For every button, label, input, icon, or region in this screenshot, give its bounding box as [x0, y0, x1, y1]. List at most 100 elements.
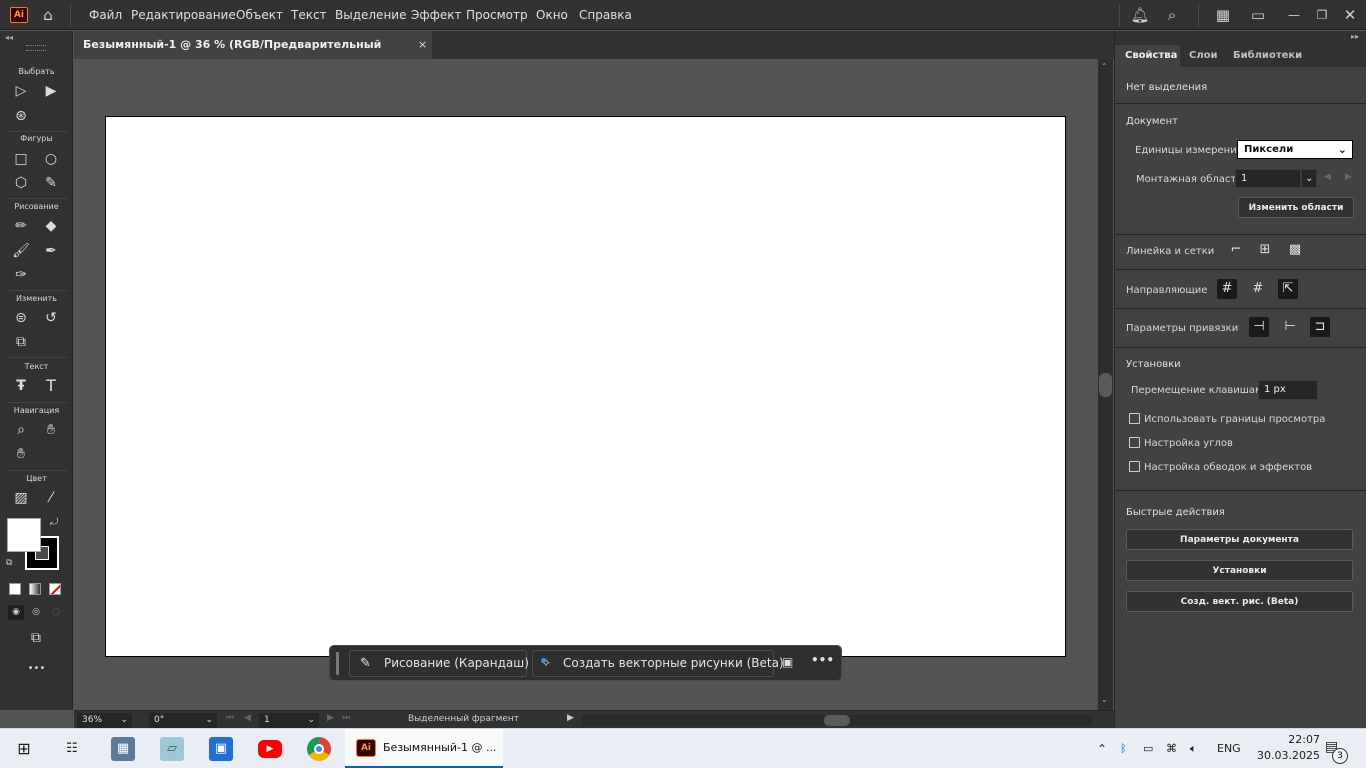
- h-scroll-thumb[interactable]: [824, 715, 850, 726]
- pen-tool-icon[interactable]: ✑: [9, 264, 33, 286]
- previous-artboard-icon[interactable]: ◀: [244, 713, 251, 723]
- search-icon[interactable]: ⌕: [1162, 5, 1182, 25]
- workspace-icon[interactable]: ▦: [1213, 5, 1233, 25]
- rotation-select[interactable]: 0° ⌄: [149, 713, 217, 728]
- smart-guides-icon[interactable]: ⇱: [1278, 279, 1298, 299]
- ellipse-tool-icon[interactable]: ○: [39, 148, 63, 170]
- rectangle-tool-icon[interactable]: □: [9, 148, 33, 170]
- shaper-tool-icon[interactable]: ✎: [39, 172, 63, 194]
- store-icon[interactable]: ▣: [209, 737, 233, 761]
- first-artboard-icon[interactable]: ⏮: [226, 713, 234, 723]
- task-view-icon[interactable]: ☷: [60, 737, 84, 761]
- scroll-down-icon[interactable]: ⌄: [1101, 695, 1108, 704]
- gradient-tool-icon[interactable]: ▨: [9, 487, 33, 509]
- camera-icon[interactable]: ▭: [1143, 742, 1153, 755]
- menu-view[interactable]: Просмотр: [466, 6, 528, 24]
- volume-icon[interactable]: 🔈︎: [1190, 742, 1197, 756]
- more-options-button[interactable]: •••: [811, 653, 834, 667]
- edit-toolbar-button[interactable]: •••: [0, 663, 73, 674]
- scale-strokes-checkbox[interactable]: [1129, 461, 1140, 472]
- document-tab[interactable]: Безымянный-1 @ 36 % (RGB/Предварительный…: [74, 31, 432, 79]
- gradient-mode-icon[interactable]: [29, 583, 41, 595]
- drag-handle[interactable]: [26, 45, 46, 51]
- draw-behind-icon[interactable]: ◎: [28, 605, 44, 620]
- type-tool-icon[interactable]: T: [39, 375, 63, 397]
- bell-icon[interactable]: 🔔︎: [1130, 5, 1150, 25]
- swap-fill-stroke-icon[interactable]: ⤾: [50, 517, 58, 528]
- home-icon[interactable]: ⌂: [38, 5, 58, 25]
- collapse-panel-icon[interactable]: ◂◂: [5, 33, 13, 42]
- draw-inside-icon[interactable]: ◌: [48, 605, 64, 620]
- width-tool-icon[interactable]: ⊜: [9, 307, 33, 329]
- preferences-button[interactable]: Установки: [1126, 560, 1353, 581]
- horizontal-scrollbar[interactable]: [582, 715, 1092, 726]
- snap-to-glyph-icon[interactable]: ⊐: [1310, 317, 1330, 337]
- last-artboard-icon[interactable]: ⏭: [342, 713, 350, 723]
- start-windows-icon[interactable]: ⊞: [12, 737, 36, 761]
- ruler-icon[interactable]: ⌐: [1226, 240, 1246, 260]
- polygon-tool-icon[interactable]: ⬡: [9, 172, 33, 194]
- tab-properties[interactable]: Свойства: [1125, 45, 1177, 67]
- menu-type[interactable]: Текст: [291, 6, 327, 24]
- document-setup-button[interactable]: Параметры документа: [1126, 529, 1353, 550]
- next-artboard-icon[interactable]: ▶: [327, 713, 334, 723]
- draw-pencil-button[interactable]: ✎ Рисование (Карандаш): [349, 650, 529, 677]
- notepad-icon[interactable]: ▱: [160, 737, 184, 761]
- menu-edit[interactable]: Редактирование: [131, 6, 236, 24]
- blob-brush-tool-icon[interactable]: ✒: [39, 240, 63, 262]
- scroll-thumb[interactable]: [1099, 373, 1112, 397]
- close-icon[interactable]: ✕: [1340, 5, 1360, 25]
- artboard[interactable]: [105, 116, 1066, 657]
- artboard-field[interactable]: 1: [1235, 169, 1301, 188]
- generate-vector-button[interactable]: ✧ Создать векторные рисунки (Beta): [532, 650, 784, 677]
- status-menu-icon[interactable]: ▶: [567, 713, 574, 723]
- youtube-icon[interactable]: ▶: [258, 740, 282, 758]
- clock-time[interactable]: 22:07: [1266, 733, 1320, 746]
- collapse-panel-icon[interactable]: ▸▸: [1351, 32, 1359, 41]
- artboard-select[interactable]: 1 ⌄: [259, 713, 319, 728]
- show-hidden-icons[interactable]: ⌃: [1097, 742, 1107, 756]
- vertical-scrollbar[interactable]: ⌃ ⌄: [1098, 59, 1113, 710]
- restore-icon[interactable]: ❐: [1312, 5, 1332, 25]
- color-mode-icon[interactable]: [9, 583, 21, 595]
- minimize-icon[interactable]: —: [1284, 5, 1304, 25]
- default-fill-stroke-icon[interactable]: ⧉: [6, 558, 12, 568]
- menu-file[interactable]: Файл: [89, 6, 122, 24]
- calculator-icon[interactable]: ▦: [111, 737, 135, 761]
- chrome-icon[interactable]: [307, 737, 331, 761]
- menu-select[interactable]: Выделение: [335, 6, 406, 24]
- image-settings-icon[interactable]: ▣: [782, 655, 793, 669]
- generate-vector-quick-button[interactable]: Созд. вект. рис. (Beta): [1126, 591, 1353, 612]
- rotate-tool-icon[interactable]: ↺: [39, 307, 63, 329]
- none-mode-icon[interactable]: [49, 583, 61, 595]
- menu-help[interactable]: Справка: [579, 6, 632, 24]
- area-type-tool-icon[interactable]: Ŧ: [9, 375, 33, 397]
- edit-artboards-button[interactable]: Изменить области: [1238, 197, 1354, 218]
- tab-layers[interactable]: Слои: [1189, 45, 1218, 67]
- keyboard-increment-field[interactable]: 1 px: [1258, 380, 1318, 400]
- use-preview-bounds-checkbox[interactable]: [1129, 413, 1140, 424]
- snap-to-point-icon[interactable]: ⊣: [1249, 317, 1269, 337]
- units-select[interactable]: Пиксели ⌄: [1237, 140, 1353, 159]
- hand-tool-icon[interactable]: ✋︎: [39, 419, 63, 441]
- direct-selection-tool-icon[interactable]: ▶: [39, 80, 63, 102]
- bluetooth-icon[interactable]: ᛒ: [1120, 742, 1127, 755]
- zoom-select[interactable]: 36% ⌄: [77, 713, 132, 728]
- tab-close-icon[interactable]: ×: [418, 31, 427, 59]
- lock-guides-icon[interactable]: #: [1248, 279, 1268, 299]
- scale-corners-checkbox[interactable]: [1129, 437, 1140, 448]
- screen-mode-icon[interactable]: ⧉: [24, 627, 48, 649]
- rotate-view-tool-icon[interactable]: ✋︎: [9, 443, 33, 465]
- menu-object[interactable]: Объект: [236, 6, 283, 24]
- arrange-documents-icon[interactable]: ▭: [1248, 5, 1268, 25]
- pencil-tool-icon[interactable]: ✏: [9, 215, 33, 237]
- network-icon[interactable]: ⌘: [1166, 742, 1177, 755]
- artboard-dropdown[interactable]: ⌄: [1301, 169, 1317, 188]
- previous-artboard-icon[interactable]: ◀: [1324, 172, 1331, 182]
- paintbrush-tool-icon[interactable]: 🖌︎: [9, 240, 33, 262]
- menu-window[interactable]: Окно: [536, 6, 568, 24]
- draw-normal-icon[interactable]: ◉: [8, 605, 24, 620]
- lasso-tool-icon[interactable]: ⊛: [9, 105, 33, 127]
- taskbar-illustrator-app[interactable]: Ai Безымянный-1 @ ...: [345, 729, 503, 768]
- ctx-drag-handle[interactable]: [336, 652, 339, 675]
